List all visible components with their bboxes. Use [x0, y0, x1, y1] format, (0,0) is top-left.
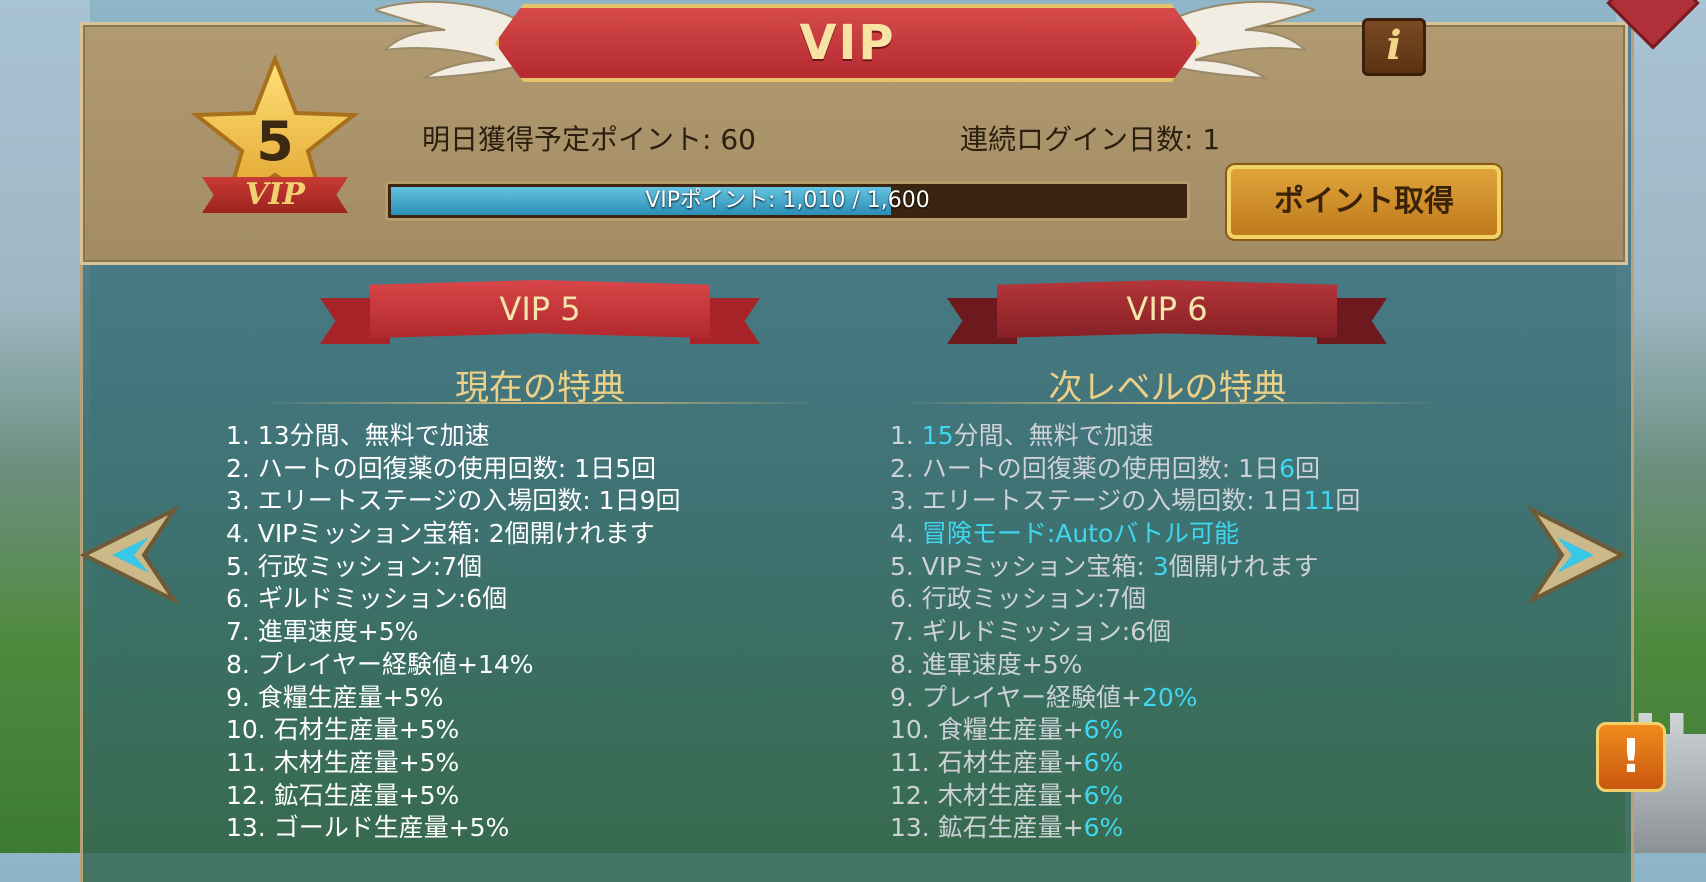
- perk-text: 分間、無料で加速: [953, 421, 1154, 450]
- perk-highlight: 20%: [1142, 682, 1198, 712]
- perk-item: 1. 15分間、無料で加速: [890, 420, 1360, 453]
- perk-text: 個開けれます: [1168, 551, 1319, 581]
- perk-highlight: 6%: [1083, 813, 1124, 843]
- perk-item: 12. 鉱石生産量+5%: [226, 780, 460, 810]
- perk-text: 9. プレイヤー経験値+: [890, 682, 1142, 712]
- current-perks-list: 1. 13分間、無料で加速 2. ハートの回復薬の使用回数: 1日5回 3. エリー…: [226, 420, 680, 845]
- perk-highlight: 11: [1303, 486, 1336, 516]
- perk-highlight: 6%: [1083, 780, 1124, 810]
- perk-highlight: 6%: [1083, 747, 1124, 777]
- arrow-right-icon[interactable]: [1522, 505, 1632, 605]
- tomorrow-points-text: 明日獲得予定ポイント: 60: [422, 123, 756, 156]
- perk-item: 9. 食糧生産量+5%: [226, 682, 444, 712]
- vip-points-progress-bar: VIPポイント: 1,010 / 1,600: [385, 181, 1190, 221]
- perk-highlight: 6%: [1083, 715, 1124, 745]
- vip-level-badge: 5 VIP: [190, 55, 360, 225]
- info-icon: i: [1386, 22, 1402, 69]
- perk-text: 13. 鉱石生産量+: [890, 813, 1084, 843]
- ribbon-body: VIP 6: [997, 280, 1337, 338]
- perk-item: 8. プレイヤー経験値+14%: [226, 649, 534, 679]
- perk-text: 5. VIPミッション宝箱:: [890, 551, 1153, 581]
- perk-text: 10. 食糧生産量+: [890, 715, 1084, 745]
- alert-icon[interactable]: !: [1596, 722, 1666, 792]
- perk-item: 1. 13分間、無料で加速: [226, 421, 490, 450]
- perk-text: 1.: [890, 421, 922, 450]
- progress-text: VIPポイント: 1,010 / 1,600: [645, 188, 930, 213]
- vip-badge-label: VIP: [202, 177, 348, 213]
- perk-item: 10. 石材生産量+5%: [226, 715, 460, 745]
- perk-item: 11. 石材生産量+6%: [890, 747, 1360, 780]
- perk-item: 7. 進軍速度+5%: [226, 617, 419, 647]
- title-banner: VIP: [495, 4, 1200, 82]
- current-level-ribbon: VIP 5: [320, 280, 760, 346]
- perk-highlight: 6: [1279, 453, 1295, 483]
- perk-highlight: 冒険モード:Autoバトル可能: [921, 519, 1240, 549]
- perk-item: 6. ギルドミッション:6個: [226, 584, 508, 614]
- next-level-label: VIP 6: [1126, 290, 1208, 328]
- perk-text: 4.: [890, 519, 922, 549]
- info-button[interactable]: i: [1362, 18, 1426, 76]
- perk-text: 11. 石材生産量+: [890, 747, 1084, 777]
- perk-item: 13. ゴールド生産量+5%: [226, 813, 510, 843]
- current-level-label: VIP 5: [499, 290, 581, 328]
- perk-item: 10. 食糧生産量+6%: [890, 714, 1360, 747]
- perk-item: 4. VIPミッション宝箱: 2個開けれます: [226, 519, 655, 549]
- perk-text: 7. ギルドミッション:6個: [890, 617, 1172, 647]
- perk-highlight: 3: [1152, 551, 1169, 581]
- perk-text: 8. 進軍速度+5%: [890, 649, 1083, 679]
- login-streak-text: 連続ログイン日数: 1: [960, 123, 1221, 156]
- page-title: VIP: [799, 15, 896, 71]
- perk-item: 6. 行政ミッション:7個: [890, 583, 1360, 616]
- vip-level-number: 5: [256, 110, 294, 173]
- next-perks-list: 1. 15分間、無料で加速 2. ハートの回復薬の使用回数: 1日6回 3. エリー…: [890, 420, 1360, 845]
- perk-item: 9. プレイヤー経験値+20%: [890, 682, 1360, 715]
- background-left: [0, 0, 90, 853]
- perk-item: 8. 進軍速度+5%: [890, 649, 1360, 682]
- perk-item: 3. エリートステージの入場回数: 1日11回: [890, 485, 1360, 518]
- perk-item: 2. ハートの回復薬の使用回数: 1日6回: [890, 453, 1360, 486]
- perk-item: 3. エリートステージの入場回数: 1日9回: [226, 486, 681, 516]
- perk-text: 12. 木材生産量+: [890, 780, 1084, 810]
- perk-item: 5. 行政ミッション:7個: [226, 551, 483, 581]
- perk-text: 6. 行政ミッション:7個: [890, 584, 1147, 614]
- ribbon-body: VIP 5: [370, 280, 710, 338]
- divider: [900, 402, 1440, 404]
- arrow-left-icon[interactable]: [74, 505, 184, 605]
- perk-item: 7. ギルドミッション:6個: [890, 616, 1360, 649]
- get-points-button[interactable]: ポイント取得: [1227, 165, 1501, 239]
- perk-text: 回: [1294, 453, 1320, 483]
- perk-item: 4. 冒険モード:Autoバトル可能: [890, 518, 1360, 551]
- perk-item: 2. ハートの回復薬の使用回数: 1日5回: [226, 453, 656, 483]
- perk-text: 3. エリートステージの入場回数: 1日: [890, 486, 1304, 516]
- next-level-ribbon: VIP 6: [947, 280, 1387, 346]
- perk-item: 12. 木材生産量+6%: [890, 780, 1360, 813]
- perk-text: 回: [1335, 486, 1361, 516]
- perk-text: 2. ハートの回復薬の使用回数: 1日: [890, 453, 1280, 483]
- perk-item: 5. VIPミッション宝箱: 3個開けれます: [890, 551, 1360, 584]
- perk-item: 11. 木材生産量+5%: [226, 747, 460, 777]
- divider: [260, 402, 820, 404]
- perk-item: 13. 鉱石生産量+6%: [890, 812, 1360, 845]
- perk-highlight: 15: [921, 421, 954, 450]
